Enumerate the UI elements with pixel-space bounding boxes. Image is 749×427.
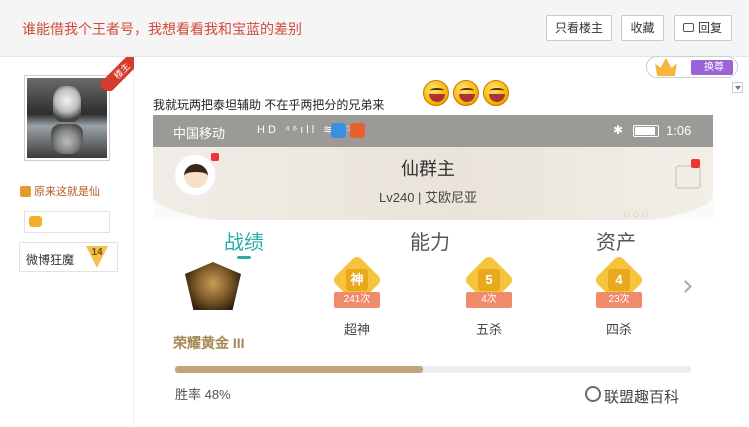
level-number: 14 (91, 247, 103, 258)
medal-count: 23次 (596, 292, 642, 308)
collect-button[interactable]: 收藏 (621, 15, 664, 41)
tab-ability: 能力 (410, 232, 450, 254)
crown-icon (655, 58, 677, 76)
winrate-bar-fill (175, 366, 423, 373)
app-notification-icon (331, 123, 346, 138)
medal-glyph: 4 (608, 269, 630, 291)
reply-icon (683, 23, 694, 32)
reply-button-label: 回复 (697, 21, 722, 35)
rank-label: 荣耀黄金 III (173, 335, 245, 351)
op-ribbon: 楼主 (100, 57, 134, 91)
phone-status-bar: 中国移动 HD ⁴⁶ıll ≋ ⚐ ✱ 1:06 (153, 115, 713, 147)
laughing-emoji-icon (483, 80, 509, 106)
laughing-emoji-icon (453, 80, 479, 106)
medal-count: 241次 (334, 292, 380, 308)
laughing-emoji-icon (423, 80, 449, 106)
rank-emblem-icon (185, 262, 241, 310)
winrate-value: 48% (204, 387, 231, 402)
watermark-text: 联盟趣百科 (604, 389, 680, 406)
bluetooth-icon: ✱ (613, 123, 624, 137)
author-honor-text: 原来这就是仙 (34, 186, 100, 198)
medal-glyph: 神 (346, 269, 368, 291)
winrate-label: 胜率 (175, 387, 202, 402)
author-honor[interactable]: 原来这就是仙 (20, 183, 100, 199)
op-ribbon-label: 楼主 (100, 57, 134, 91)
author-sidebar: 原来这就是仙 微博狂魔 14 (0, 57, 133, 427)
profile-tabs: 战绩 能力 资产 (153, 220, 713, 260)
player-level-server: Lv240 | 艾欧尼亚 (379, 190, 478, 205)
message-icon (675, 165, 701, 189)
swap-badge[interactable]: 换尊 (646, 56, 738, 78)
player-face-icon (184, 164, 208, 188)
avatar-image (27, 78, 107, 158)
tab-record: 战绩 (224, 232, 264, 254)
forum-thread-page: 谁能借我个王者号，我想看看我和宝蓝的差别 只看楼主 收藏 回复 原来这就是仙 微… (0, 0, 749, 427)
medal-count: 4次 (466, 292, 512, 308)
app-notification-icon (350, 123, 365, 138)
active-tab-indicator (237, 256, 251, 259)
notification-dot (211, 153, 219, 161)
post-menu-dropdown[interactable] (732, 82, 743, 93)
gamepad-icon (29, 216, 42, 227)
reply-button[interactable]: 回复 (674, 15, 732, 41)
medal-label: 五杀 (476, 322, 503, 337)
tiger-reflection-icon (51, 124, 83, 154)
only-op-button[interactable]: 只看楼主 (546, 15, 612, 41)
tiger-icon (53, 86, 81, 122)
weibo-badge[interactable]: 微博狂魔 14 (19, 242, 118, 272)
game-profile-screenshot[interactable]: 中国移动 HD ⁴⁶ıll ≋ ⚐ ✱ 1:06 ○○○ 仙群主 Lv240 |… (153, 115, 713, 427)
medal-label: 四杀 (606, 322, 633, 337)
medal-label: 超神 (344, 322, 371, 337)
player-name: 仙群主 (401, 159, 455, 179)
status-time: 1:06 (666, 123, 692, 138)
thread-title[interactable]: 谁能借我个王者号，我想看看我和宝蓝的差别 (22, 19, 302, 39)
author-avatar[interactable] (24, 75, 110, 161)
tab-assets: 资产 (596, 232, 636, 254)
wechat-icon (585, 386, 601, 402)
winrate-bar (175, 366, 691, 373)
winrate-text: 胜率 48% (175, 384, 231, 403)
chevron-right-icon (679, 280, 692, 293)
game-badge-box[interactable] (24, 211, 110, 233)
post-text: 我就玩两把泰坦辅助 不在乎两把分的兄弟来 (153, 98, 385, 112)
medal-glyph: 5 (478, 269, 500, 291)
weibo-name: 微博狂魔 (26, 253, 75, 267)
thread-header: 谁能借我个王者号，我想看看我和宝蓝的差别 只看楼主 收藏 回复 (0, 0, 749, 57)
swap-button[interactable]: 换尊 (691, 60, 733, 75)
battery-icon (633, 125, 659, 137)
carrier-name: 中国移动 (173, 126, 226, 141)
notification-dot (691, 159, 700, 168)
decor-dots-icon: ○○○ (623, 207, 651, 221)
honor-icon (20, 186, 31, 197)
